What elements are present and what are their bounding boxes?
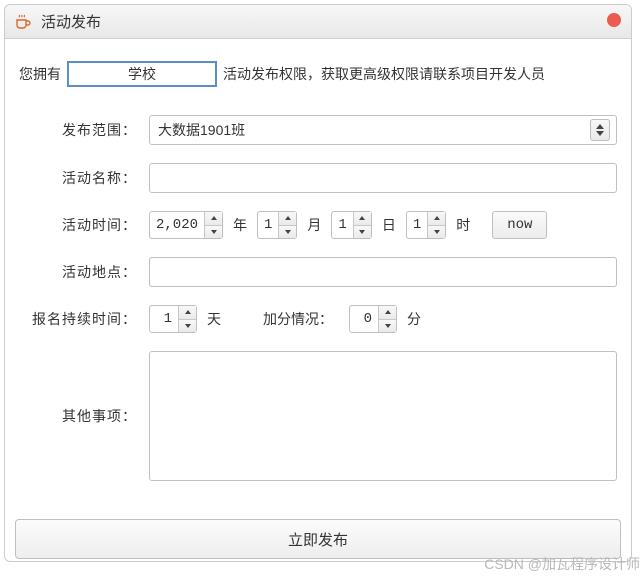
label-bonus: 加分情况：	[231, 309, 341, 329]
permission-role: 学校	[128, 64, 156, 84]
permission-prefix: 您拥有	[19, 64, 61, 84]
signup-days-spinner[interactable]: 1	[149, 305, 197, 333]
month-value: 1	[258, 212, 278, 238]
label-time: 活动时间：	[19, 215, 149, 235]
coffee-icon	[15, 14, 33, 30]
unit-year: 年	[233, 215, 247, 235]
combobox-stepper-icon[interactable]	[590, 119, 610, 141]
permission-suffix: 活动发布权限，获取更高级权限请联系项目开发人员	[223, 64, 545, 84]
bonus-down-button[interactable]	[379, 319, 396, 333]
publish-button[interactable]: 立即发布	[15, 519, 621, 559]
chevron-down-icon	[596, 131, 604, 136]
watermark: CSDN @加瓦程序设计师	[484, 554, 640, 574]
label-other: 其他事项：	[19, 406, 149, 426]
bonus-value: 0	[350, 306, 378, 332]
year-spinner[interactable]: 2,020	[149, 211, 223, 239]
now-label: now	[507, 217, 532, 233]
chevron-up-icon	[596, 124, 604, 129]
now-button[interactable]: now	[492, 211, 547, 239]
year-up-button[interactable]	[205, 212, 222, 225]
unit-month: 月	[307, 215, 321, 235]
signup-days-value: 1	[150, 306, 178, 332]
month-down-button[interactable]	[279, 225, 296, 239]
hour-down-button[interactable]	[428, 225, 445, 239]
day-down-button[interactable]	[354, 225, 371, 239]
permission-role-box: 学校	[67, 61, 217, 87]
titlebar: 活动发布	[5, 5, 631, 39]
day-up-button[interactable]	[354, 212, 371, 225]
hour-spinner[interactable]: 1	[406, 211, 446, 239]
label-place: 活动地点：	[19, 262, 149, 282]
other-textarea[interactable]	[149, 351, 617, 481]
hour-up-button[interactable]	[428, 212, 445, 225]
day-value: 1	[332, 212, 352, 238]
month-up-button[interactable]	[279, 212, 296, 225]
bonus-spinner[interactable]: 0	[349, 305, 397, 333]
hour-value: 1	[407, 212, 427, 238]
activity-place-input[interactable]	[149, 257, 617, 287]
publish-label: 立即发布	[288, 529, 348, 550]
signup-days-down-button[interactable]	[179, 319, 196, 333]
window-frame: 活动发布 您拥有 学校 活动发布权限，获取更高级权限请联系项目开发人员 发布范围…	[4, 4, 632, 562]
unit-hour: 时	[456, 215, 470, 235]
label-name: 活动名称：	[19, 168, 149, 188]
year-down-button[interactable]	[205, 225, 222, 239]
content-area: 您拥有 学校 活动发布权限，获取更高级权限请联系项目开发人员 发布范围： 大数据…	[5, 39, 631, 511]
window-title: 活动发布	[41, 11, 101, 32]
activity-name-input[interactable]	[149, 163, 617, 193]
signup-days-up-button[interactable]	[179, 306, 196, 319]
permission-line: 您拥有 学校 活动发布权限，获取更高级权限请联系项目开发人员	[19, 61, 617, 87]
unit-day: 日	[382, 215, 396, 235]
bonus-up-button[interactable]	[379, 306, 396, 319]
scope-value: 大数据1901班	[158, 120, 245, 140]
month-spinner[interactable]: 1	[257, 211, 297, 239]
close-button[interactable]	[607, 13, 621, 27]
unit-points: 分	[407, 309, 421, 329]
day-spinner[interactable]: 1	[331, 211, 371, 239]
label-signup-duration: 报名持续时间：	[19, 309, 149, 329]
scope-combobox[interactable]: 大数据1901班	[149, 115, 617, 145]
label-scope: 发布范围：	[19, 120, 149, 140]
year-value: 2,020	[150, 212, 204, 238]
unit-days: 天	[207, 309, 221, 329]
